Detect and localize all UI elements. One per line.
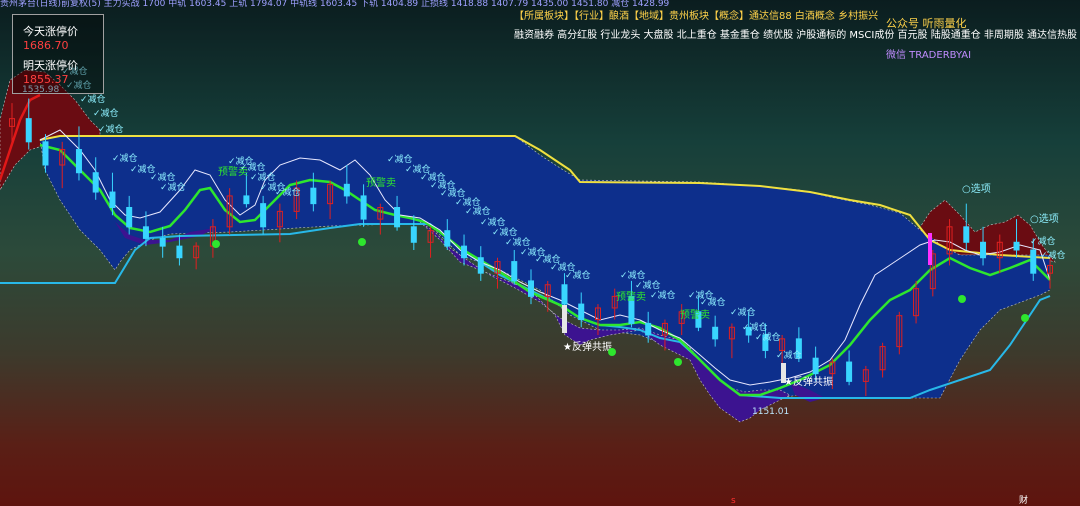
warn-sell-4: 预警卖 (680, 308, 710, 321)
candle-body (980, 241, 987, 259)
rebound-label-1: ★反弹共振 (563, 340, 612, 353)
buy-marker (358, 238, 366, 246)
buy-marker (1021, 314, 1029, 322)
candle-body (260, 203, 267, 228)
today-limit-row: 今天涨停价1686.70 (23, 23, 103, 52)
tomorrow-limit-label: 明天涨停价 (23, 59, 78, 72)
reduce-mark: ✓减仓 (505, 236, 531, 248)
today-limit-value: 1686.70 (23, 39, 69, 52)
candle-body (126, 207, 133, 228)
wechat-label: 微信 TRADERBYAI (886, 50, 972, 61)
reduce-mark: ✓减仓 (1030, 235, 1056, 247)
candle-body (243, 195, 250, 205)
reduce-mark: ✓减仓 (755, 331, 781, 343)
candle-body (360, 195, 367, 220)
today-limit-label: 今天涨停价 (23, 25, 78, 38)
reduce-mark: ✓减仓 (240, 161, 266, 173)
candle-body (394, 207, 401, 228)
reduce-mark: ✓减仓 (492, 226, 518, 238)
buy-marker (608, 348, 616, 356)
bottom-mark-s: s (731, 496, 736, 506)
reduce-mark: ✓减仓 (635, 279, 661, 291)
price-chart[interactable]: 1535.98 1151.01 ★反弹共振 ★反弹共振 预警卖 预警卖 预警卖 … (0, 0, 1080, 506)
candle-body (410, 226, 417, 243)
candle-body (846, 361, 853, 382)
candle-body (310, 187, 317, 205)
reduce-mark: ✓减仓 (480, 216, 506, 228)
candle-body (477, 257, 484, 274)
candle-body (25, 118, 32, 143)
candle-body (712, 326, 719, 340)
reduce-mark: ✓减仓 (275, 186, 301, 198)
bottom-mark-cai: 财 (1019, 494, 1028, 506)
buy-marker (212, 240, 220, 248)
low-price-label: 1151.01 (752, 407, 789, 417)
reduce-mark: ✓减仓 (93, 107, 119, 119)
reduce-mark: ✓减仓 (465, 205, 491, 217)
limit-price-legend: 今天涨停价1686.70 明天涨停价1855.37 (12, 14, 104, 94)
candle-body (812, 357, 819, 375)
candle-body (92, 172, 99, 193)
tomorrow-limit-value: 1855.37 (23, 73, 69, 86)
reduce-mark: ✓减仓 (80, 93, 106, 105)
reduce-mark: ✓减仓 (150, 171, 176, 183)
reduce-mark: ✓减仓 (160, 181, 186, 193)
reduce-mark: ✓减仓 (250, 171, 276, 183)
candle-body (578, 303, 585, 321)
select-1: ○选项 (962, 182, 991, 195)
channel-fill (39, 135, 1051, 401)
reduce-mark: ✓减仓 (1040, 249, 1066, 261)
candle-body (176, 245, 183, 259)
candle-body (343, 183, 350, 197)
candle-body (963, 226, 970, 243)
rebound-label-2: ★反弹共振 (784, 375, 833, 388)
reduce-mark: ✓减仓 (620, 269, 646, 281)
candle-body (444, 230, 451, 247)
candle-accent-1 (928, 233, 932, 265)
candle-body (461, 245, 468, 259)
candle-body (42, 141, 49, 166)
buy-marker (674, 358, 682, 366)
tomorrow-limit-row: 明天涨停价1855.37 (23, 57, 103, 86)
reduce-mark: ✓减仓 (98, 123, 124, 135)
warn-sell-3: 预警卖 (616, 290, 646, 303)
candle-body (645, 322, 652, 336)
reduce-mark: ✓减仓 (565, 269, 591, 281)
candle-body (1013, 241, 1020, 251)
reduce-mark: ✓减仓 (730, 306, 756, 318)
candle-body (75, 149, 82, 174)
reduce-mark: ✓减仓 (387, 153, 413, 165)
candle-body (561, 284, 568, 305)
candle-body (142, 226, 149, 239)
reduce-mark: ✓减仓 (742, 321, 768, 333)
reduce-mark: ✓减仓 (112, 152, 138, 164)
candle-accent-2 (562, 305, 567, 333)
buy-marker (958, 295, 966, 303)
candle-body (511, 261, 518, 282)
warn-sell-2: 预警卖 (366, 176, 396, 189)
candle-body (1030, 249, 1037, 274)
reduce-mark: ✓减仓 (700, 296, 726, 308)
select-2: ○选项 (1030, 212, 1059, 225)
candle-body (109, 191, 116, 209)
sector-tags: 【所属板块】【行业】酿酒【地域】贵州板块【概念】通达信88 白酒概念 乡村振兴 (514, 11, 879, 22)
reduce-mark: ✓减仓 (776, 349, 802, 361)
candle-body (528, 280, 534, 297)
brand-label: 公众号 听雨量化 (886, 17, 967, 30)
concept-tags: 融资融券 高分红股 行业龙头 大盘股 北上重仓 基金重仓 绩优股 沪股通标的 M… (514, 30, 1078, 41)
candle-body (159, 237, 166, 247)
reduce-mark: ✓减仓 (650, 289, 676, 301)
